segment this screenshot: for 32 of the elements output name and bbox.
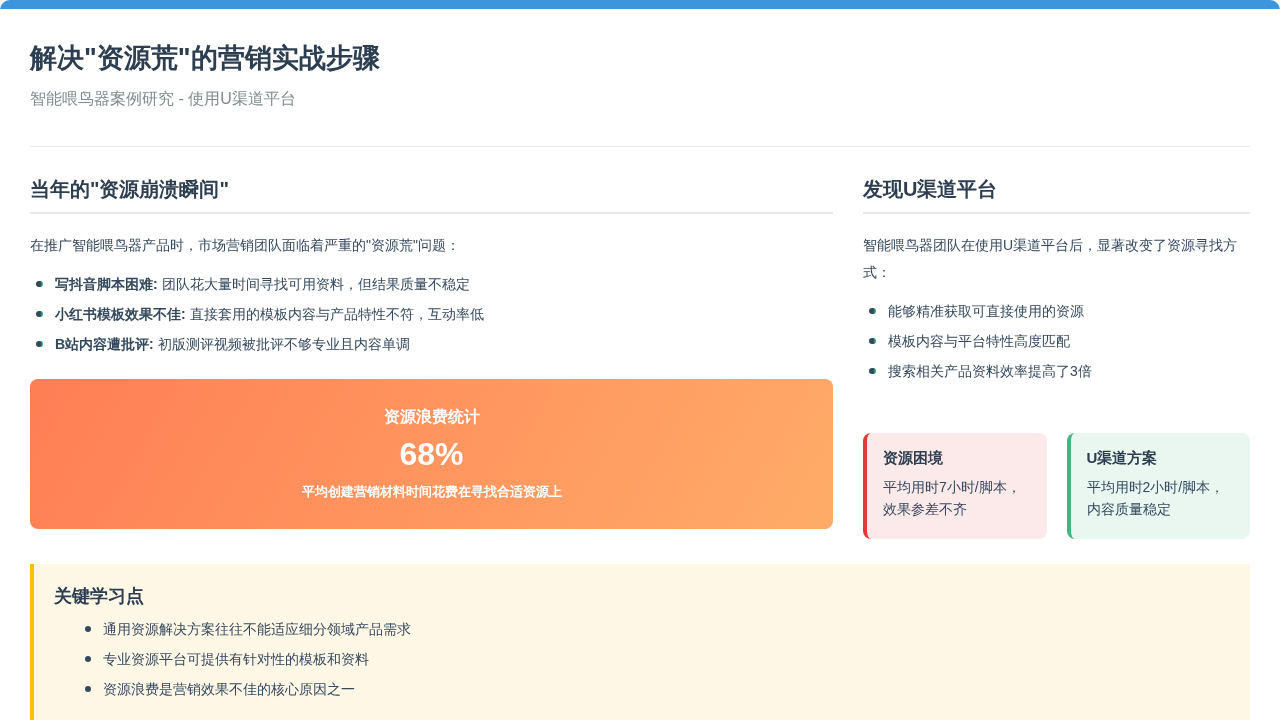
- list-item-text: 能够精准获取可直接使用的资源: [888, 302, 1084, 321]
- card-text: 平均用时7小时/脚本，效果参差不齐: [883, 478, 1022, 519]
- stat-value: 68%: [399, 436, 464, 473]
- bullet-icon: [869, 308, 876, 314]
- list-item-text: 搜索相关产品资料效率提高了3倍: [888, 362, 1092, 381]
- list-item-text: 小红书模板效果不佳: 直接套用的模板内容与产品特性不符，互动率低: [55, 305, 484, 324]
- list-item-text: 通用资源解决方案往往不能适应细分领域产品需求: [103, 620, 411, 639]
- bullet-icon: [85, 686, 91, 692]
- bullet-icon: [869, 368, 876, 374]
- panel-heading: 关键学习点: [54, 585, 145, 608]
- bullet-icon: [85, 656, 91, 662]
- bullet-icon: [36, 311, 43, 317]
- list-item-text: 专业资源平台可提供有针对性的模板和资料: [103, 650, 369, 669]
- stat-caption: 平均创建营销材料时间花费在寻找合适资源上: [301, 483, 562, 501]
- stat-label: 资源浪费统计: [383, 407, 480, 427]
- list-item-text: 资源浪费是营销效果不佳的核心原因之一: [103, 680, 355, 699]
- page-subtitle: 智能喂鸟器案例研究 - 使用U渠道平台: [30, 89, 297, 109]
- intro-text: 智能喂鸟器团队在使用U渠道平台后，显著改变了资源寻找方式：: [863, 236, 1239, 282]
- section-heading: 当年的"资源崩溃瞬间": [30, 175, 833, 214]
- card-title: U渠道方案: [1086, 449, 1159, 468]
- bullet-icon: [36, 341, 43, 347]
- list-item-text: B站内容遭批评: 初版测评视频被批评不够专业且内容单调: [55, 335, 410, 354]
- list-item-text: 模板内容与平台特性高度匹配: [888, 332, 1070, 351]
- bullet-icon: [36, 281, 43, 287]
- intro-text: 在推广智能喂鸟器产品时，市场营销团队面临着严重的"资源荒"问题：: [30, 236, 461, 255]
- card-title: 资源困境: [883, 449, 944, 468]
- page-title: 解决"资源荒"的营销实战步骤: [30, 42, 381, 75]
- bullet-icon: [869, 338, 876, 344]
- section-heading: 发现U渠道平台: [863, 175, 1250, 214]
- card-text: 平均用时2小时/脚本，内容质量稳定: [1086, 478, 1226, 519]
- list-item-text: 写抖音脚本困难: 团队花大量时间寻找可用资料，但结果质量不稳定: [55, 275, 470, 294]
- bullet-icon: [85, 626, 91, 632]
